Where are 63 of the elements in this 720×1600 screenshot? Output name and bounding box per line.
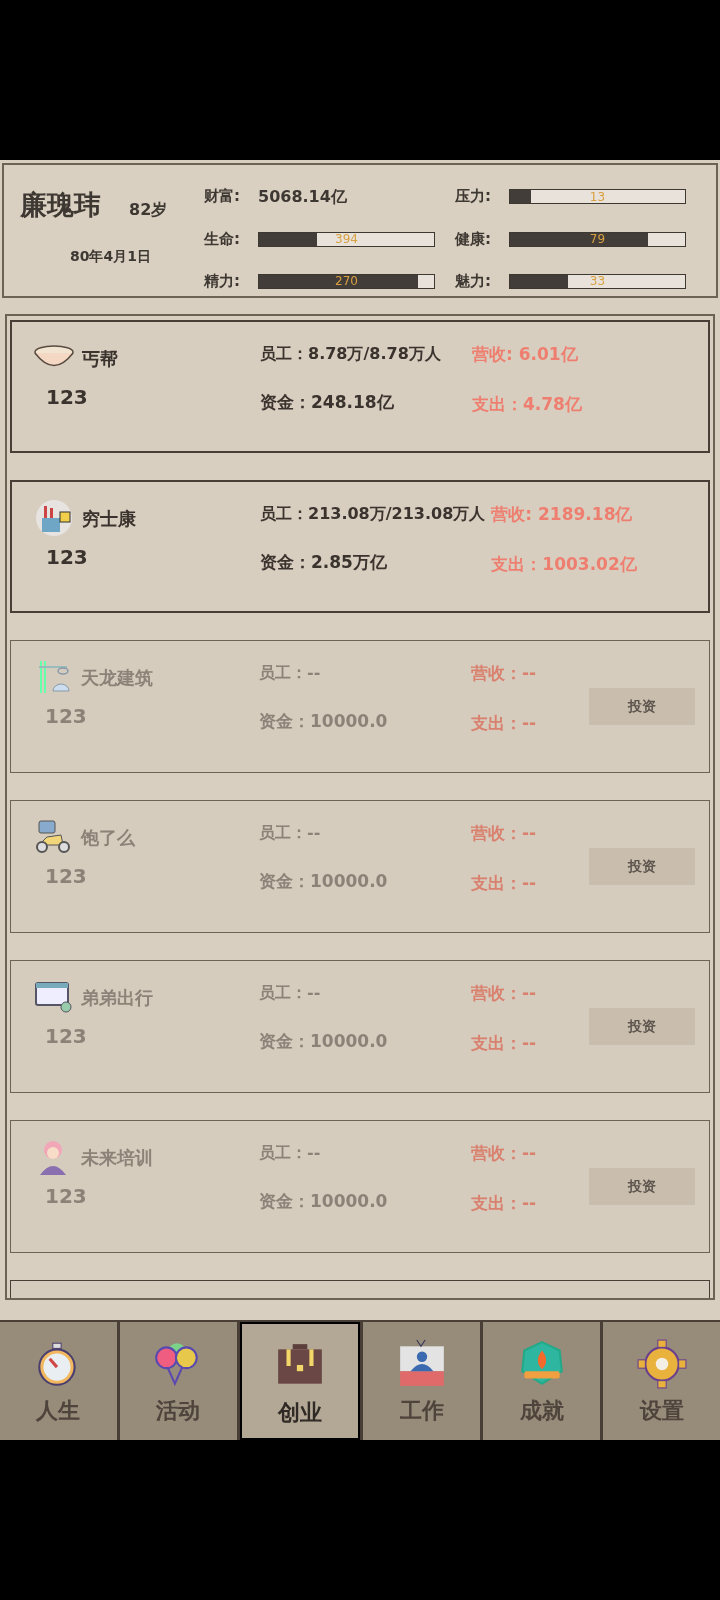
expense-value: 支出：-- [471,871,537,895]
funds-value: 资金：10000.0 [259,870,388,893]
company-level: 123 [46,544,89,571]
stat-value: 79 [588,232,607,246]
nav-tab[interactable]: 创业 [239,1322,361,1440]
revenue-value: 营收: 2189.18亿 [491,503,633,526]
nav-tab[interactable]: 设置 [603,1322,720,1440]
company-name: 天龙建筑 [81,665,153,690]
funds-value: 资金：248.18亿 [260,391,394,414]
invest-button[interactable]: 投资 [589,1168,695,1205]
funds-value: 资金：2.85万亿 [260,551,387,574]
expense-value: 支出：-- [471,1191,537,1215]
nav-tab[interactable]: 工作 [363,1322,481,1440]
wealth-value: 5068.14亿 [258,185,347,208]
expense-value: 支出：4.78亿 [472,392,582,416]
factory-icon [34,498,74,538]
settings-icon [635,1338,688,1390]
company-level: 123 [45,1183,88,1210]
company-name: 饱了么 [81,825,135,850]
nav-tab[interactable]: 人生 [0,1322,117,1440]
staff-count: 员工：213.08万/213.08万人 [260,503,486,525]
company-level: 123 [46,384,89,411]
stat-value: 270 [334,274,359,288]
company-name: 丐帮 [82,346,118,371]
revenue-value: 营收：-- [471,822,537,845]
stat-value: 394 [334,232,359,246]
expense-value: 支出：1003.02亿 [491,552,637,576]
stat-label: 生命: [204,229,241,250]
nav-tab[interactable]: 活动 [119,1322,237,1440]
stat-label: 健康: [455,229,492,250]
player-name: 廉瑰玮 [20,188,101,222]
stat-label: 精力: [204,270,241,292]
company-level: 123 [45,863,88,890]
invest-button[interactable]: 投资 [589,848,695,885]
revenue-value: 营收：-- [471,1142,537,1165]
revenue-value: 营收: 6.01亿 [472,343,578,366]
staff-count: 员工：-- [259,982,321,1004]
company-name: 弟弟出行 [81,985,153,1010]
invest-button[interactable]: 投资 [589,688,695,725]
company-name: 未来培训 [81,1145,153,1170]
staff-count: 员工：8.78万/8.78万人 [260,343,441,365]
stat-value: 13 [588,190,607,204]
company-level: 123 [45,703,88,730]
revenue-value: 营收：-- [471,982,537,1005]
stat-value: 33 [588,274,607,288]
funds-value: 资金：10000.0 [259,1190,388,1213]
staff-count: 员工：-- [259,822,321,844]
nav-tab[interactable]: 成就 [483,1322,601,1440]
staff-count: 员工：-- [259,662,321,684]
funds-value: 资金：10000.0 [259,1030,388,1053]
company-level: 123 [45,1023,88,1050]
staff-count: 员工：-- [259,1142,321,1164]
expense-value: 支出：-- [471,1031,537,1055]
player-age: 82岁 [129,198,168,221]
revenue-value: 营收：-- [471,662,537,685]
stat-label: 财富: [204,186,241,208]
stat-label: 压力: [455,186,492,208]
company-name: 穷士康 [82,506,136,531]
game-date: 80年4月1日 [70,246,152,266]
expense-value: 支出：-- [471,711,537,735]
funds-value: 资金：10000.0 [259,710,388,733]
invest-button[interactable]: 投资 [589,1008,695,1045]
stat-label: 魅力: [455,270,492,292]
